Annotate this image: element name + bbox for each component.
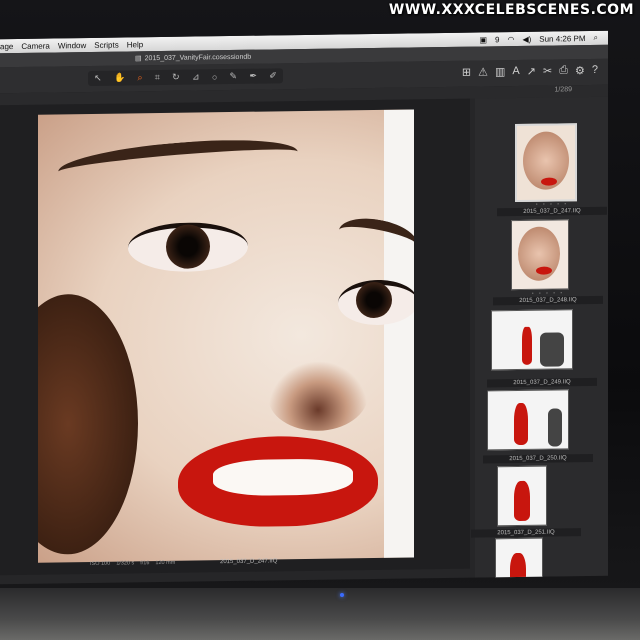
annotate-icon[interactable]: ✐ [269,70,277,81]
thumbnail-247[interactable] [515,123,577,203]
capture-meta: ISO 100 1/320 s f/16 120 mm [90,560,175,567]
crop-icon[interactable]: ⌗ [155,72,160,83]
meta-aperture: f/16 [140,560,150,567]
desk [0,588,640,640]
clock[interactable]: Sun 4:26 PM [539,34,585,44]
thumbnail-label: 2015_037_D_248.IIQ [493,295,603,306]
export-icon[interactable]: ↗ [527,65,536,78]
power-led [340,593,344,597]
window-title-group: ▤ 2015_037_VanityFair.cosessiondb [135,53,252,63]
process-icon[interactable]: ✂ [543,65,552,78]
menu-image[interactable]: age [0,42,13,51]
zoom-icon[interactable]: ⌕ [137,72,142,83]
meta-shutter: 1/320 s [116,560,135,567]
thumbnail-250[interactable] [487,389,569,451]
pointer-icon[interactable]: ↖ [94,73,102,84]
menu-camera[interactable]: Camera [21,41,49,50]
image-count: 1/289 [554,86,572,94]
thumbnail-label: 2015_037_D_250.IIQ [483,453,593,464]
viewer-filename: 2015_037_D_247.IIQ [220,558,278,566]
rotate-icon[interactable]: ↻ [172,72,180,83]
thumbnail-browser: • • • • • 2015_037_D_247.IIQ • • • • • 2… [471,96,608,585]
help-icon[interactable]: ? [592,64,598,77]
status-icon[interactable]: ▣ [479,35,487,44]
keystone-icon[interactable]: ⊿ [192,71,200,82]
viewer-photo[interactable] [38,109,414,563]
thumbnail-249[interactable] [491,309,573,371]
menu-extras: ▣ 9 ◠ ◀) Sun 4:26 PM ⌕ [479,33,608,45]
thumbnail-label: 2015_037_D_247.IIQ [497,206,607,217]
right-tools: ⊞ ⚠ ▥ A ↗ ✂ ⎙ ⚙ ? [462,64,598,79]
meta-iso: ISO 100 [90,560,111,567]
thumbnail-label: 2015_037_D_251.IIQ [471,528,581,538]
hand-icon[interactable]: ✋ [114,72,125,83]
grid-icon[interactable]: ⊞ [462,66,471,79]
spotlight-icon[interactable]: ⌕ [594,33,598,43]
text-icon[interactable]: A [512,65,519,78]
print-icon[interactable]: ⎙ [559,64,568,77]
layout-icon[interactable]: ▥ [495,65,505,78]
gear-icon[interactable]: ⚙ [575,64,585,77]
brush-icon[interactable]: ✎ [230,71,238,82]
menu-scripts[interactable]: Scripts [94,40,118,49]
thumbnail-248[interactable] [511,219,569,291]
image-viewer[interactable]: ISO 100 1/320 s f/16 120 mm 2015_037_D_2… [0,98,470,576]
wifi-icon[interactable]: ◠ [507,35,514,44]
picker-icon[interactable]: ✒ [249,71,257,82]
watermark: WWW.XXXCELEBSCENES.COM [388,2,634,18]
status-number[interactable]: 9 [495,35,499,44]
cursor-tools: ↖ ✋ ⌕ ⌗ ↻ ⊿ ○ ✎ ✒ ✐ [88,68,283,87]
meta-focal: 120 mm [155,559,176,567]
volume-icon[interactable]: ◀) [522,34,531,43]
menu-window[interactable]: Window [58,41,86,50]
mask-icon[interactable]: ○ [212,72,217,82]
menu-help[interactable]: Help [127,40,143,49]
thumbnail-label: 2015_037_D_249.IIQ [487,377,597,388]
photo-hair [38,293,138,556]
window-title: 2015_037_VanityFair.cosessiondb [144,53,252,62]
warning-icon[interactable]: ⚠ [478,65,488,78]
thumbnail-251[interactable] [497,465,547,527]
screen: age Camera Window Scripts Help ▣ 9 ◠ ◀) … [0,30,608,585]
document-icon: ▤ [135,55,142,63]
